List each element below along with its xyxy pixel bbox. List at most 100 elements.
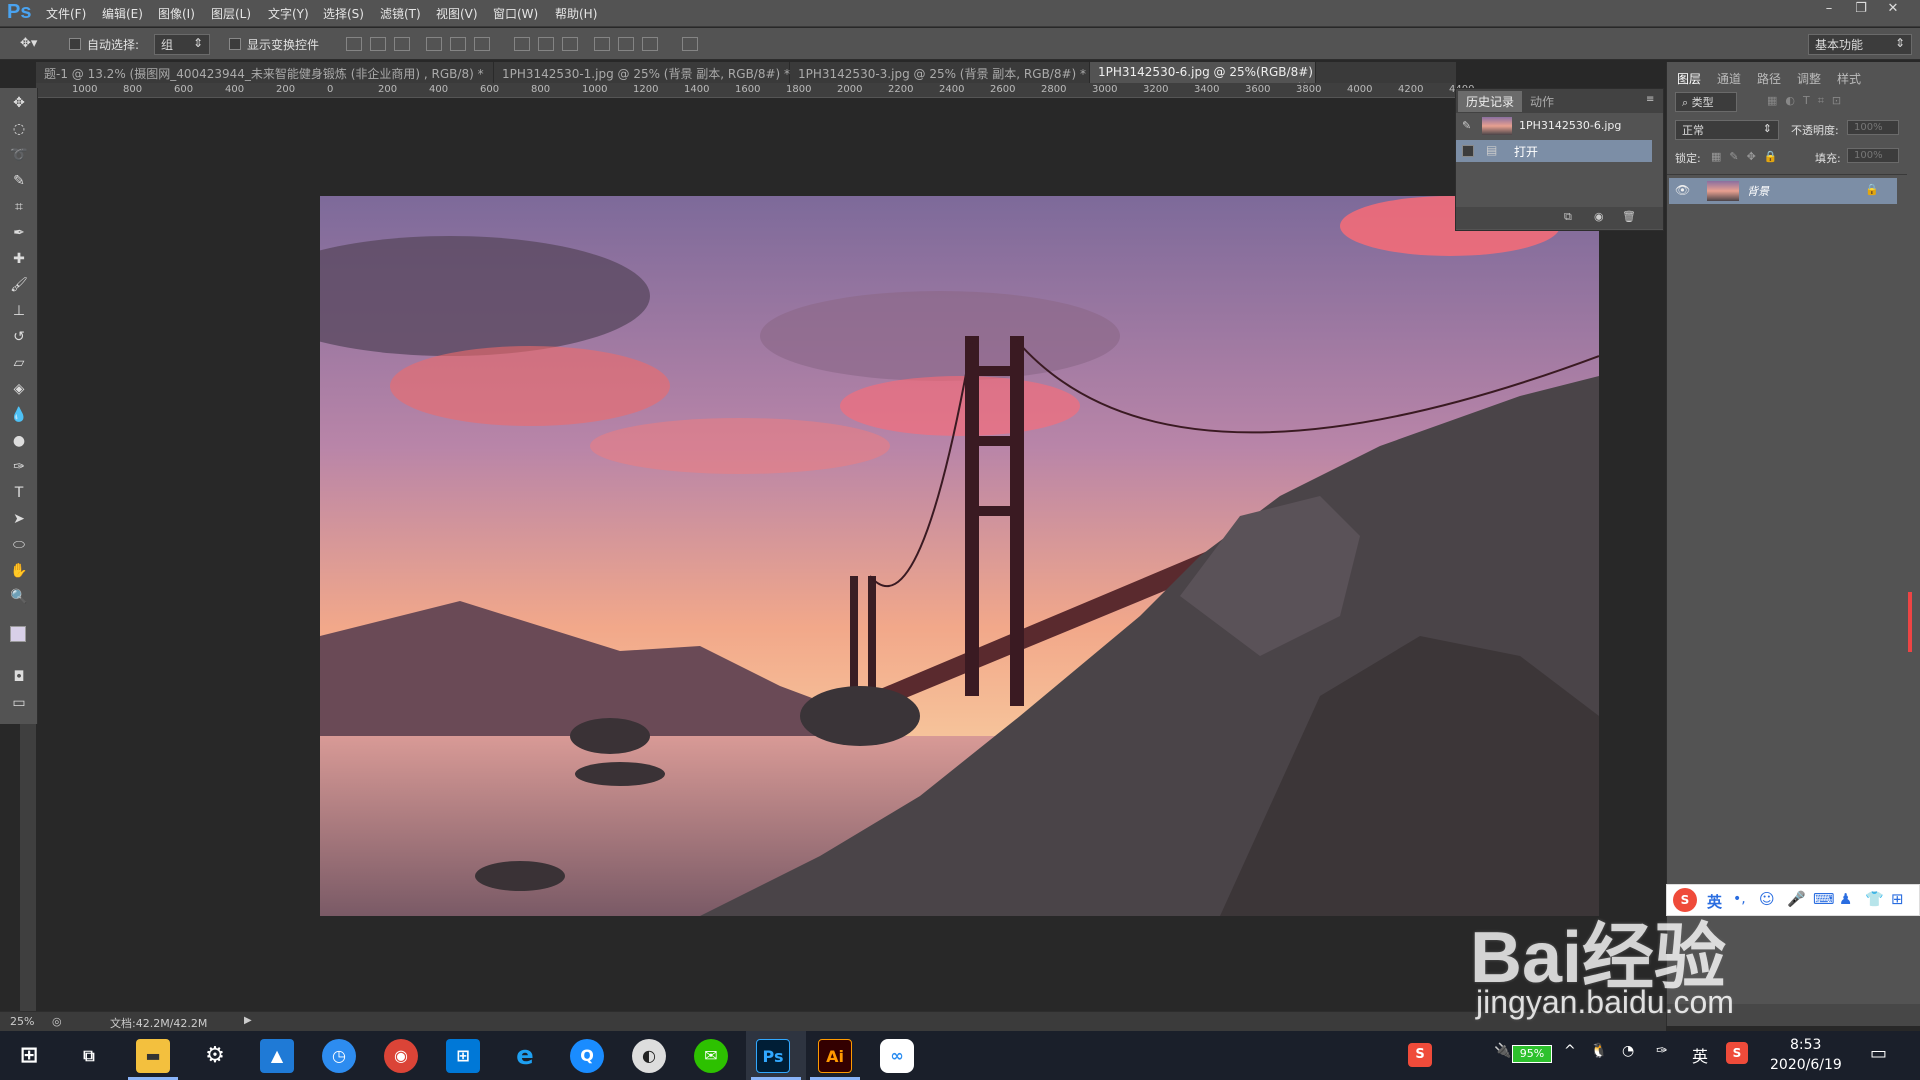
new-document-from-state-icon[interactable]: ⧉ [1564,210,1572,224]
pen-icon[interactable]: ✑ [1656,1043,1668,1059]
tab-channels[interactable]: 通道 [1717,70,1741,87]
menu-file[interactable]: 文件(F) [46,5,86,22]
layer-name[interactable]: 背景 [1747,183,1769,199]
align-top-icon[interactable] [346,37,362,51]
minimize-button[interactable]: – [1814,0,1844,20]
baidu-netdisk-icon[interactable]: ∞ [880,1039,914,1073]
paint-bucket-tool-icon[interactable]: ◈ [8,378,30,400]
lasso-tool-icon[interactable]: ➰ [8,144,30,166]
history-step-open[interactable]: ▤ 打开 [1456,140,1652,162]
pen-tool-icon[interactable]: ✑ [8,456,30,478]
quick-select-tool-icon[interactable]: ✎ [8,170,30,192]
auto-select-dropdown[interactable]: 组 ⇕ [154,34,210,55]
dodge-tool-icon[interactable]: ● [8,430,30,452]
menu-filter[interactable]: 滤镜(T) [380,5,421,22]
qq-tray-icon[interactable]: 🐧 [1590,1043,1607,1059]
menu-select[interactable]: 选择(S) [323,5,364,22]
menu-view[interactable]: 视图(V) [436,5,478,22]
wechat-icon[interactable]: ✉ [694,1039,728,1073]
eyedropper-tool-icon[interactable]: ✒ [8,222,30,244]
status-menu-arrow-icon[interactable]: ▶ [244,1015,252,1026]
history-snapshot[interactable]: ✎ 1PH3142530-6.jpg [1456,113,1652,139]
status-icon[interactable]: ◎ [52,1015,62,1028]
eye-icon[interactable]: 👁 [1675,183,1690,197]
history-brush-tool-icon[interactable]: ↺ [8,326,30,348]
align-vcenter-icon[interactable] [370,37,386,51]
fill-input[interactable]: 100% [1847,148,1899,163]
stamp-tool-icon[interactable]: ⊥ [8,300,30,322]
brush-tool-icon[interactable]: 🖌 [8,274,30,296]
menu-help[interactable]: 帮助(H) [555,5,597,22]
step-checkbox[interactable] [1462,145,1474,157]
menu-image[interactable]: 图像(I) [158,5,195,22]
wifi-icon[interactable]: ◔ [1622,1043,1634,1059]
align-left-icon[interactable] [426,37,442,51]
trash-icon[interactable]: 🗑 [1622,210,1636,223]
healing-brush-tool-icon[interactable]: ✚ [8,248,30,270]
tab-document-3[interactable]: 1PH3142530-3.jpg @ 25% (背景 副本, RGB/8#) *… [790,62,1090,96]
lock-icons[interactable]: ▦✎✥🔒 [1711,150,1786,163]
distribute-top-icon[interactable] [514,37,530,51]
screen-mode-icon[interactable]: ▭ [8,692,30,714]
menu-window[interactable]: 窗口(W) [493,5,538,22]
auto-select-checkbox[interactable] [69,38,81,50]
tab-adjustments[interactable]: 调整 [1797,70,1821,87]
filter-icons[interactable]: ▦◐T⌗⊡ [1767,94,1849,108]
distribute-hcenter-icon[interactable] [618,37,634,51]
crop-tool-icon[interactable]: ⌗ [8,196,30,218]
internet-explorer-icon[interactable]: e [508,1039,542,1073]
settings-icon[interactable]: ⚙ [198,1039,232,1073]
align-bottom-icon[interactable] [394,37,410,51]
distribute-left-icon[interactable] [594,37,610,51]
restore-button[interactable]: ❐ [1846,0,1876,20]
windows-start-icon[interactable]: ⊞ [12,1039,46,1073]
chrome-icon[interactable]: ◉ [384,1039,418,1073]
tab-paths[interactable]: 路径 [1757,70,1781,87]
quick-mask-icon[interactable]: ◘ [8,666,30,688]
tab-actions[interactable]: 动作 [1522,91,1562,112]
battery-indicator[interactable]: 95% [1512,1045,1552,1063]
type-tool-icon[interactable]: T [8,482,30,504]
align-right-icon[interactable] [474,37,490,51]
distribute-vcenter-icon[interactable] [538,37,554,51]
sogou-tray-icon[interactable]: S [1408,1043,1432,1067]
distribute-bottom-icon[interactable] [562,37,578,51]
media-player-icon[interactable]: ◐ [632,1039,666,1073]
plug-icon[interactable]: 🔌 [1494,1043,1511,1059]
qq-browser-icon[interactable]: Q [570,1039,604,1073]
scrollbar-marker[interactable] [1908,592,1912,652]
tab-document-1[interactable]: 题-1 @ 13.2% (摄图网_400423944_未来智能健身锻炼 (非企业… [36,62,494,96]
menu-type[interactable]: 文字(Y) [268,5,309,22]
user-icon[interactable]: ♟ [1839,890,1852,908]
clock-time[interactable]: 8:53 [1790,1037,1821,1053]
ime-tray-language[interactable]: 英 [1692,1043,1708,1067]
tab-layers[interactable]: 图层 [1677,70,1701,87]
eraser-tool-icon[interactable]: ▱ [8,352,30,374]
tab-styles[interactable]: 样式 [1837,70,1861,87]
skin-icon[interactable]: 👕 [1865,890,1884,908]
clock-date[interactable]: 2020/6/19 [1770,1057,1842,1073]
photos-icon[interactable]: ▲ [260,1039,294,1073]
close-button[interactable]: ✕ [1878,0,1908,20]
blur-tool-icon[interactable]: 💧 [8,404,30,426]
move-tool-icon[interactable]: ✥▾ [20,36,37,51]
path-select-tool-icon[interactable]: ➤ [8,508,30,530]
task-view-icon[interactable]: ⧉ [72,1039,106,1073]
distribute-right-icon[interactable] [642,37,658,51]
zoom-tool-icon[interactable]: 🔍 [8,586,30,608]
marquee-tool-icon[interactable]: ◌ [8,118,30,140]
tab-document-2[interactable]: 1PH3142530-1.jpg @ 25% (背景 副本, RGB/8#) *… [494,62,790,96]
store-icon[interactable]: ⊞ [446,1039,480,1073]
align-hcenter-icon[interactable] [450,37,466,51]
show-transform-checkbox[interactable] [229,38,241,50]
auto-align-icon[interactable] [682,37,698,51]
toolbox-icon[interactable]: ⊞ [1891,890,1904,908]
foreground-color-swatch[interactable] [10,626,26,642]
file-explorer-icon[interactable]: ▬ [136,1039,170,1073]
notification-icon[interactable]: ▭ [1870,1043,1887,1064]
opacity-input[interactable]: 100% [1847,120,1899,135]
illustrator-icon[interactable]: Ai [818,1039,852,1073]
hand-tool-icon[interactable]: ✋ [8,560,30,582]
menu-layer[interactable]: 图层(L) [211,5,251,22]
camera-icon[interactable]: ◉ [1594,210,1604,223]
